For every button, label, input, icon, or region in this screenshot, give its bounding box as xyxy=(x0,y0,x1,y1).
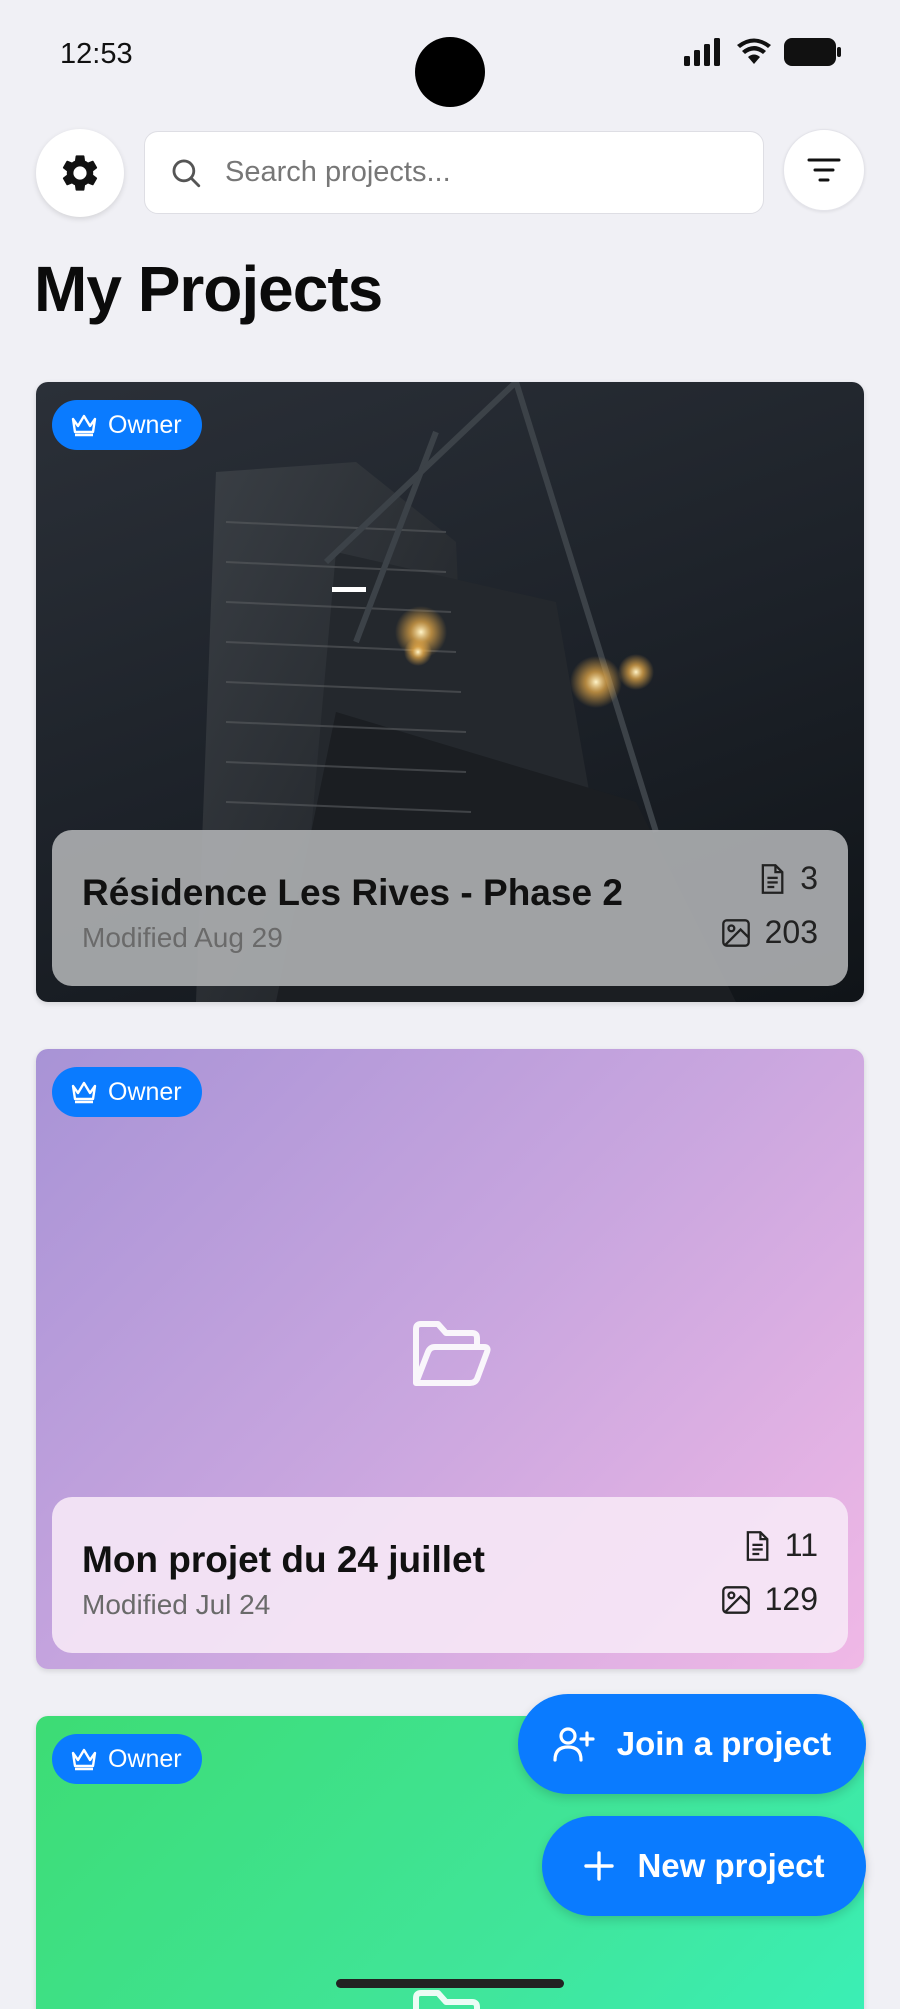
battery-icon xyxy=(784,38,841,66)
filter-button[interactable] xyxy=(783,129,865,211)
join-project-label: Join a project xyxy=(616,1725,832,1762)
project-info-panel: Résidence Les Rives - Phase 2 Modified A… xyxy=(52,830,848,986)
folder-open-icon xyxy=(413,1990,480,2009)
user-plus-icon xyxy=(553,1727,595,1762)
project-card[interactable]: Owner Mon projet du 24 juillet Modified … xyxy=(36,1049,864,1669)
camera-cutout xyxy=(415,37,485,107)
join-project-button[interactable]: Join a project xyxy=(518,1694,866,1794)
document-count: 3 xyxy=(758,860,818,897)
image-icon xyxy=(721,1585,750,1614)
project-card[interactable]: Owner Résidence Les Rives - Phase 2 Modi… xyxy=(36,382,864,1002)
photo-count-value: 129 xyxy=(764,1581,818,1617)
owner-badge: Owner xyxy=(52,1067,202,1117)
photo-count: 203 xyxy=(721,914,818,951)
project-modified-date: Modified Jul 24 xyxy=(82,1589,271,1620)
status-time: 12:53 xyxy=(60,38,133,70)
status-bar: 12:53 xyxy=(0,0,900,110)
status-icons xyxy=(684,38,842,66)
project-name: Résidence Les Rives - Phase 2 xyxy=(82,872,623,913)
crown-icon xyxy=(71,414,97,437)
new-project-label: New project xyxy=(637,1847,825,1884)
photo-count-value: 203 xyxy=(764,914,818,950)
filter-icon xyxy=(807,158,841,182)
page-title: My Projects xyxy=(34,253,383,325)
project-info-panel: Mon projet du 24 juillet Modified Jul 24… xyxy=(52,1497,848,1653)
folder-open-icon xyxy=(413,1321,491,1386)
crown-icon xyxy=(71,1081,97,1104)
photo-count: 129 xyxy=(721,1581,818,1618)
crown-icon xyxy=(71,1748,97,1771)
owner-badge: Owner xyxy=(52,400,202,450)
owner-badge: Owner xyxy=(52,1734,202,1784)
owner-badge-label: Owner xyxy=(108,1744,182,1773)
new-project-button[interactable]: New project xyxy=(542,1816,866,1916)
image-icon xyxy=(721,918,750,947)
wifi-icon xyxy=(737,38,771,64)
gear-icon xyxy=(62,155,98,191)
document-icon xyxy=(761,863,784,894)
settings-button[interactable] xyxy=(36,129,124,217)
signal-icon xyxy=(684,38,720,66)
owner-badge-label: Owner xyxy=(108,1077,182,1106)
project-name: Mon projet du 24 juillet xyxy=(82,1539,485,1580)
document-count-value: 3 xyxy=(800,860,818,896)
home-indicator[interactable] xyxy=(336,1979,564,1988)
search-input[interactable] xyxy=(225,156,745,189)
document-icon xyxy=(746,1530,769,1561)
plus-icon xyxy=(584,1851,615,1881)
document-count: 11 xyxy=(743,1527,818,1564)
search-icon xyxy=(172,159,201,187)
document-count-value: 11 xyxy=(784,1527,818,1563)
search-bar[interactable] xyxy=(144,131,764,214)
project-modified-date: Modified Aug 29 xyxy=(82,922,283,953)
owner-badge-label: Owner xyxy=(108,410,182,439)
